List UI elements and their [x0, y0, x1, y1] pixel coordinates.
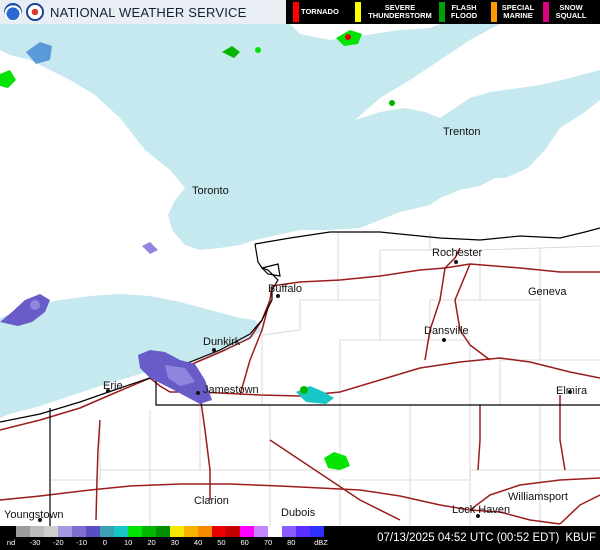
- flash-flood-label: FLASH FLOOD: [450, 3, 478, 20]
- echo-lake-erie-northwest-core: [30, 300, 40, 310]
- dbz-swatch: [198, 526, 212, 537]
- svg-text:Lock Haven: Lock Haven: [452, 504, 510, 516]
- echo-north-6: [255, 47, 261, 53]
- dbz-tick-label: 80: [287, 538, 296, 547]
- warning-tornado: TORNADO: [290, 0, 354, 24]
- dbz-tick-label: 50: [217, 538, 226, 547]
- svg-text:Youngstown: Youngstown: [4, 509, 64, 521]
- severe-thunderstorm-label: SEVERE THUNDERSTORM: [368, 3, 432, 20]
- dbz-swatch: [58, 526, 72, 537]
- svg-text:Clarion: Clarion: [194, 495, 229, 507]
- svg-text:Geneva: Geneva: [528, 286, 567, 298]
- city-dubois: Dubois: [281, 507, 316, 519]
- special-marine-label: SPECIAL MARINE: [501, 3, 535, 20]
- dbz-swatch: [170, 526, 184, 537]
- dbz-swatch: [254, 526, 268, 537]
- city-williamsport: Williamsport: [508, 491, 568, 503]
- dbz-tick-label: 70: [263, 538, 273, 547]
- warning-snow-squall: SNOW SQUALL: [540, 0, 600, 24]
- dbz-color-scale: nd -30 -20 -10 0 10 20 30 40 50 60 70 80 dBZ: [0, 526, 334, 550]
- agency-brand[interactable]: NATIONAL WEATHER SERVICE: [0, 0, 286, 24]
- dbz-tick-label: -20: [52, 538, 64, 547]
- svg-text:Jamestown: Jamestown: [203, 384, 259, 396]
- city-elmira: Elmira: [556, 385, 588, 397]
- tornado-label: TORNADO: [301, 7, 339, 16]
- svg-text:Dubois: Dubois: [281, 507, 316, 519]
- dbz-swatch: [226, 526, 240, 537]
- dbz-swatch: [86, 526, 100, 537]
- snow-squall-label: SNOW SQUALL: [555, 3, 587, 20]
- svg-text:Trenton: Trenton: [443, 126, 481, 138]
- svg-text:Dansville: Dansville: [424, 325, 469, 337]
- city-clarion: Clarion: [194, 495, 229, 507]
- dbz-tick-label: 10: [124, 538, 133, 547]
- dbz-swatch: [268, 526, 282, 537]
- dbz-swatch: [30, 526, 44, 537]
- svg-text:Elmira: Elmira: [556, 385, 588, 397]
- dbz-tick-label: 0: [102, 538, 107, 547]
- city-trenton: Trenton: [443, 126, 481, 138]
- city-toronto: Toronto: [192, 185, 229, 197]
- city-youngstown: Youngstown: [4, 509, 64, 522]
- dbz-swatch: [296, 526, 310, 537]
- dbz-swatch: [16, 526, 30, 537]
- dbz-swatch: [128, 526, 142, 537]
- dbz-swatch: [156, 526, 170, 537]
- reflectivity-legend: nd -30 -20 -10 0 10 20 30 40 50 60 70 80 dBZ 07/13/20…: [0, 526, 600, 550]
- dbz-swatch: [142, 526, 156, 537]
- dbz-tick-label: -10: [76, 538, 88, 547]
- echo-north-5: [389, 100, 395, 106]
- header-bar: NATIONAL WEATHER SERVICE TORNADO SEVERE …: [0, 0, 600, 24]
- dbz-swatch: [114, 526, 128, 537]
- dbz-nd-label: nd: [6, 538, 16, 547]
- dbz-swatch: [44, 526, 58, 537]
- echo-jamestown-east-core: [300, 386, 308, 394]
- echo-north-4-core: [345, 34, 351, 40]
- dbz-swatch: [72, 526, 86, 537]
- timestamp-readout: 07/13/2025 04:52 UTC (00:52 EDT) KBUF: [340, 526, 596, 550]
- warning-special-marine: SPECIAL MARINE: [488, 0, 540, 24]
- dbz-tick-label: 20: [147, 538, 156, 547]
- nws-logo-icon: [26, 3, 44, 21]
- city-jamestown: Jamestown: [196, 384, 259, 396]
- dbz-swatch: [100, 526, 114, 537]
- dbz-swatch: [240, 526, 254, 537]
- warning-flash-flood: FLASH FLOOD: [436, 0, 484, 24]
- svg-text:Rochester: Rochester: [432, 247, 482, 259]
- svg-text:Toronto: Toronto: [192, 185, 229, 197]
- svg-text:Buffalo: Buffalo: [268, 283, 302, 295]
- noaa-logo-icon: [4, 3, 22, 21]
- dbz-tick-label: 30: [170, 538, 179, 547]
- svg-text:Erie: Erie: [103, 380, 123, 392]
- radar-map: Trenton Toronto Rochester Buffalo Geneva…: [0, 0, 600, 550]
- dbz-swatch: [212, 526, 226, 537]
- city-erie: Erie: [103, 380, 123, 393]
- dbz-tick-label: -30: [29, 538, 41, 547]
- flash-flood-swatch: [439, 2, 445, 22]
- dbz-swatch: [282, 526, 296, 537]
- warning-severe-thunderstorm: SEVERE THUNDERSTORM: [352, 0, 440, 24]
- timestamp-text: 07/13/2025 04:52 UTC (00:52 EDT): [377, 532, 560, 544]
- city-lock-haven: Lock Haven: [452, 504, 510, 518]
- dbz-tick-label: 40: [193, 538, 203, 547]
- dbz-swatch: [184, 526, 198, 537]
- city-geneva: Geneva: [528, 286, 567, 298]
- special-marine-swatch: [491, 2, 497, 22]
- station-id: KBUF: [565, 532, 596, 544]
- tornado-swatch: [293, 2, 299, 22]
- dbz-swatch: [2, 526, 16, 537]
- warning-legend: TORNADO SEVERE THUNDERSTORM FLASH FLOOD …: [286, 0, 600, 24]
- agency-title: NATIONAL WEATHER SERVICE: [50, 4, 247, 20]
- severe-thunderstorm-swatch: [355, 2, 361, 22]
- dbz-unit-label: dBZ: [314, 538, 328, 547]
- svg-text:Williamsport: Williamsport: [508, 491, 568, 503]
- svg-text:Dunkirk: Dunkirk: [203, 336, 241, 348]
- snow-squall-swatch: [543, 2, 549, 22]
- dbz-tick-label: 60: [240, 538, 249, 547]
- dbz-swatch: [310, 526, 324, 537]
